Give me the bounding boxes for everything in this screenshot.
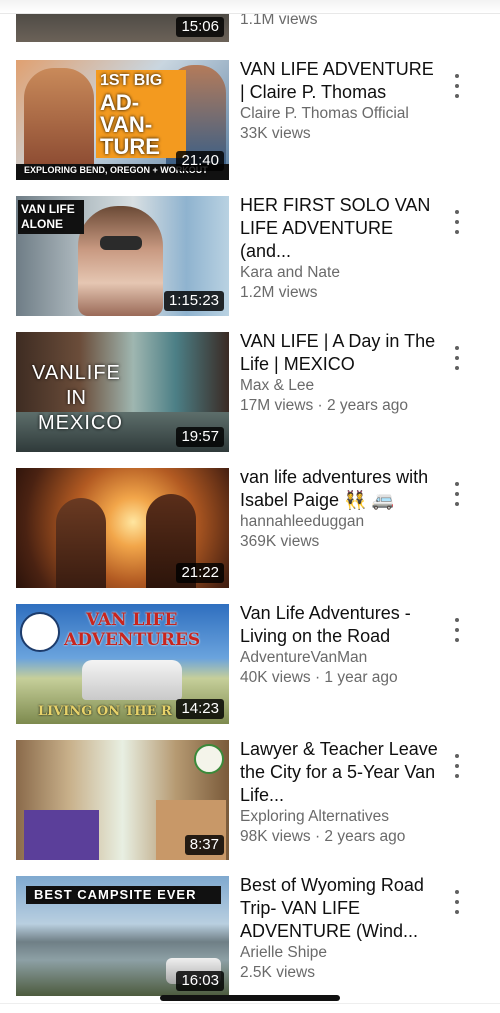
thumb-text: ADVENTURES [64,630,201,650]
thumb-text: TURE [100,134,160,159]
video-meta: 33K views [240,125,311,142]
thumb-footer-text: LIVING ON THE R [38,704,172,719]
video-duration: 1:15:23 [163,291,224,311]
video-item[interactable]: 1ST BIG AD- VAN- TURE EXPLORING BEND, OR… [0,58,500,184]
video-title[interactable]: van life adventures with Isabel Paige 👯 … [240,466,440,512]
video-duration: 21:22 [176,563,224,583]
video-duration: 14:23 [176,699,224,719]
thumb-text: VAN LIFE [86,610,178,630]
channel-name[interactable]: hannahleeduggan [240,512,440,532]
video-title[interactable]: Lawyer & Teacher Leave the City for a 5-… [240,738,440,807]
video-duration: 19:57 [176,427,224,447]
video-item[interactable]: 8:37 Lawyer & Teacher Leave the City for… [0,738,500,864]
next-item-edge [0,1003,500,1013]
home-indicator[interactable] [160,995,340,1001]
thumb-text: ALONE [21,217,63,231]
top-app-bar-edge [0,0,500,14]
thumb-banner-text: BEST CAMPSITE EVER [34,887,197,902]
video-duration: 8:37 [184,835,224,855]
channel-name[interactable]: Kara and Nate [240,263,440,283]
video-title[interactable]: Best of Wyoming Road Trip- VAN LIFE ADVE… [240,874,440,943]
more-options-icon[interactable] [447,888,467,916]
video-title[interactable]: HER FIRST SOLO VAN LIFE ADVENTURE (and..… [240,194,440,263]
video-item[interactable]: 21:22 van life adventures with Isabel Pa… [0,466,500,592]
video-item[interactable]: VANLIFE IN MEXICO 19:57 VAN LIFE | A Day… [0,330,500,456]
channel-name[interactable]: Max & Lee [240,376,440,396]
more-options-icon[interactable] [447,616,467,644]
video-meta: 17M views · 2 years ago [240,397,408,414]
video-thumbnail[interactable]: 21:22 [16,468,229,588]
video-thumbnail[interactable]: BEST CAMPSITE EVER 16:03 [16,876,229,996]
video-duration: 21:40 [176,151,224,171]
more-options-icon[interactable] [447,752,467,780]
video-thumbnail[interactable]: 1ST BIG AD- VAN- TURE EXPLORING BEND, OR… [16,60,229,180]
video-item[interactable]: BEST CAMPSITE EVER 16:03 Best of Wyoming… [0,874,500,1000]
video-item[interactable]: VAN LIFE ADVENTURES LIVING ON THE R 14:2… [0,602,500,728]
video-duration: 16:03 [176,971,224,991]
video-thumbnail[interactable]: VAN LIFE ADVENTURES LIVING ON THE R 14:2… [16,604,229,724]
channel-name[interactable]: Claire P. Thomas Official [240,104,440,124]
more-options-icon[interactable] [447,72,467,100]
more-options-icon[interactable] [447,208,467,236]
video-meta: 98K views · 2 years ago [240,828,406,845]
more-options-icon[interactable] [447,344,467,372]
video-title[interactable]: Van Life Adventures - Living on the Road [240,602,440,648]
channel-name[interactable]: Arielle Shipe [240,943,440,963]
thumb-text: VAN LIFE [21,202,75,216]
video-duration: 15:06 [176,17,224,37]
video-title[interactable]: VAN LIFE | A Day in The Life | MEXICO [240,330,440,376]
channel-name[interactable]: Exploring Alternatives [240,807,440,827]
video-title[interactable]: VAN LIFE ADVENTURE | Claire P. Thomas [240,58,440,104]
channel-name[interactable]: AdventureVanMan [240,648,440,668]
thumb-text: VANLIFE [32,362,121,384]
video-meta: 1.2M views [240,284,318,301]
video-item[interactable]: VAN LIFE ALONE 1:15:23 HER FIRST SOLO VA… [0,194,500,320]
video-meta: 40K views · 1 year ago [240,669,398,686]
video-thumbnail[interactable]: VANLIFE IN MEXICO 19:57 [16,332,229,452]
thumb-text: MEXICO [38,412,123,434]
video-thumbnail[interactable]: 8:37 [16,740,229,860]
video-meta: 369K views [240,533,320,550]
thumb-badge: 1ST BIG [100,72,163,89]
more-options-icon[interactable] [447,480,467,508]
video-thumbnail[interactable]: VAN LIFE ALONE 1:15:23 [16,196,229,316]
thumb-text: IN [66,387,86,409]
video-meta: 2.5K views [240,964,315,981]
